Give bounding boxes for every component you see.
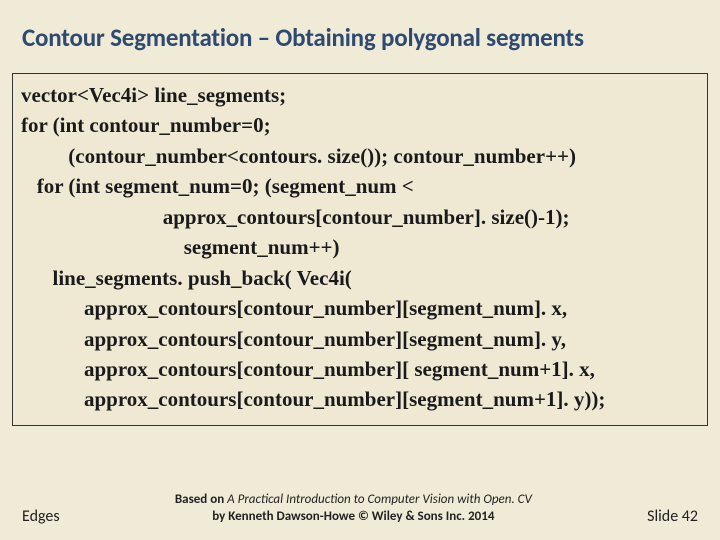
footer-prefix: Based on bbox=[175, 492, 227, 507]
slide-number: Slide 42 bbox=[647, 507, 698, 526]
code-line: line_segments. push_back( Vec4i( bbox=[21, 263, 699, 293]
code-line: approx_contours[contour_number][segment_… bbox=[21, 324, 699, 354]
code-line: approx_contours[contour_number]. size()-… bbox=[21, 202, 699, 232]
footer-section-label: Edges bbox=[22, 507, 60, 526]
footer-book-title: A Practical Introduction to Computer Vis… bbox=[227, 492, 532, 507]
code-line: for (int segment_num=0; (segment_num < bbox=[21, 171, 699, 201]
code-line: approx_contours[contour_number][segment_… bbox=[21, 384, 699, 414]
footer-author: by Kenneth Dawson-Howe © Wiley & Sons In… bbox=[212, 509, 494, 524]
slide-footer: Edges Based on A Practical Introduction … bbox=[0, 492, 720, 526]
code-line: approx_contours[contour_number][ segment… bbox=[21, 354, 699, 384]
code-line: segment_num++) bbox=[21, 232, 699, 262]
slide-title: Contour Segmentation – Obtaining polygon… bbox=[0, 0, 720, 53]
code-line: vector<Vec4i> line_segments; bbox=[21, 80, 699, 110]
code-line: for (int contour_number=0; bbox=[21, 110, 699, 140]
code-container: vector<Vec4i> line_segments; for (int co… bbox=[12, 73, 708, 426]
code-line: (contour_number<contours. size()); conto… bbox=[21, 141, 699, 171]
footer-attribution: Based on A Practical Introduction to Com… bbox=[70, 492, 637, 526]
code-line: approx_contours[contour_number][segment_… bbox=[21, 293, 699, 323]
